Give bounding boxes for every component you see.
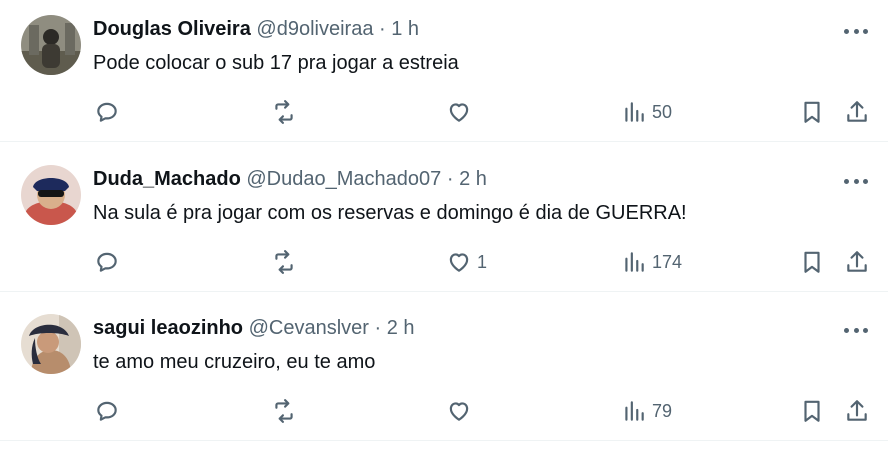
like-button[interactable] [446, 396, 477, 426]
like-button[interactable]: 1 [446, 247, 487, 277]
repost-icon [275, 100, 293, 124]
timestamp[interactable]: 2 h [459, 168, 487, 190]
heart-icon [449, 402, 469, 421]
avatar[interactable] [21, 15, 81, 75]
views-bar-chart-icon [625, 252, 644, 272]
user-handle[interactable]: @d9oliveiraa [256, 18, 373, 40]
tweet-actions: 1 174 [0, 247, 888, 277]
tweet[interactable]: Douglas Oliveira @d9oliveiraa · 1 h Pode… [0, 0, 888, 142]
heart-icon [449, 103, 469, 122]
tweet[interactable]: sagui leaozinho @Cevanslver · 2 h te amo… [0, 292, 888, 441]
views-bar-chart-icon [625, 401, 644, 421]
view-count: 79 [652, 400, 673, 421]
separator-dot: · [446, 168, 454, 190]
like-button[interactable] [446, 97, 477, 127]
user-handle[interactable]: @Cevanslver [249, 317, 369, 339]
share-button[interactable] [844, 396, 870, 426]
display-name[interactable]: sagui leaozinho [93, 317, 243, 339]
timestamp[interactable]: 2 h [387, 317, 415, 339]
reply-button[interactable] [94, 396, 120, 426]
more-horizontal-icon [844, 28, 849, 34]
display-name[interactable]: Duda_Machado [93, 168, 241, 190]
tweet-header: Duda_Machado @Dudao_Machado07 · 2 h [93, 166, 487, 192]
more-options-button[interactable] [844, 320, 868, 340]
tweet-text: Na sula é pra jogar com os reservas e do… [93, 202, 687, 224]
share-icon [847, 251, 867, 272]
tweet[interactable]: Duda_Machado @Dudao_Machado07 · 2 h Na s… [0, 143, 888, 292]
bookmark-button[interactable] [799, 396, 825, 426]
tweet-text: te amo meu cruzeiro, eu te amo [93, 351, 376, 373]
repost-icon [275, 399, 293, 423]
share-button[interactable] [844, 247, 870, 277]
view-count: 50 [652, 101, 673, 122]
tweet-header: Douglas Oliveira @d9oliveiraa · 1 h [93, 16, 419, 42]
reply-bubble-icon [97, 401, 117, 421]
view-count: 174 [652, 251, 683, 272]
share-icon [847, 101, 867, 122]
share-button[interactable] [844, 97, 870, 127]
bookmark-icon [804, 251, 820, 273]
tweet-header: sagui leaozinho @Cevanslver · 2 h [93, 315, 415, 341]
bookmark-icon [804, 400, 820, 422]
separator-dot: · [379, 18, 386, 40]
more-horizontal-icon [844, 178, 849, 184]
tweet-text: Pode colocar o sub 17 pra jogar a estrei… [93, 52, 459, 74]
share-icon [847, 400, 867, 421]
views-bar-chart-icon [625, 102, 644, 122]
display-name[interactable]: Douglas Oliveira [93, 18, 251, 40]
reply-button[interactable] [94, 97, 120, 127]
bookmark-icon [804, 101, 820, 123]
reply-bubble-icon [97, 252, 117, 272]
reply-button[interactable] [94, 247, 120, 277]
tweet-actions: 50 [0, 97, 888, 127]
repost-button[interactable] [271, 97, 297, 127]
bookmark-button[interactable] [799, 247, 825, 277]
reply-feed: Douglas Oliveira @d9oliveiraa · 1 h Pode… [0, 0, 888, 455]
tweet-actions: 79 [0, 396, 888, 426]
avatar[interactable] [21, 314, 81, 374]
more-horizontal-icon [844, 327, 849, 333]
more-options-button[interactable] [844, 171, 868, 191]
avatar[interactable] [21, 165, 81, 225]
repost-button[interactable] [271, 247, 297, 277]
repost-button[interactable] [271, 396, 297, 426]
repost-icon [275, 250, 293, 274]
avatar-image [21, 314, 81, 374]
heart-icon [449, 253, 469, 272]
bookmark-button[interactable] [799, 97, 825, 127]
views-button[interactable]: 50 [621, 97, 672, 127]
like-count: 1 [477, 251, 488, 272]
avatar-image [21, 165, 81, 225]
timestamp[interactable]: 1 h [391, 18, 419, 40]
reply-bubble-icon [97, 102, 117, 122]
separator-dot: · [374, 317, 382, 339]
avatar-image [21, 15, 81, 75]
user-handle[interactable]: @Dudao_Machado07 [246, 168, 441, 190]
views-button[interactable]: 174 [621, 247, 682, 277]
views-button[interactable]: 79 [621, 396, 672, 426]
more-options-button[interactable] [844, 21, 868, 41]
